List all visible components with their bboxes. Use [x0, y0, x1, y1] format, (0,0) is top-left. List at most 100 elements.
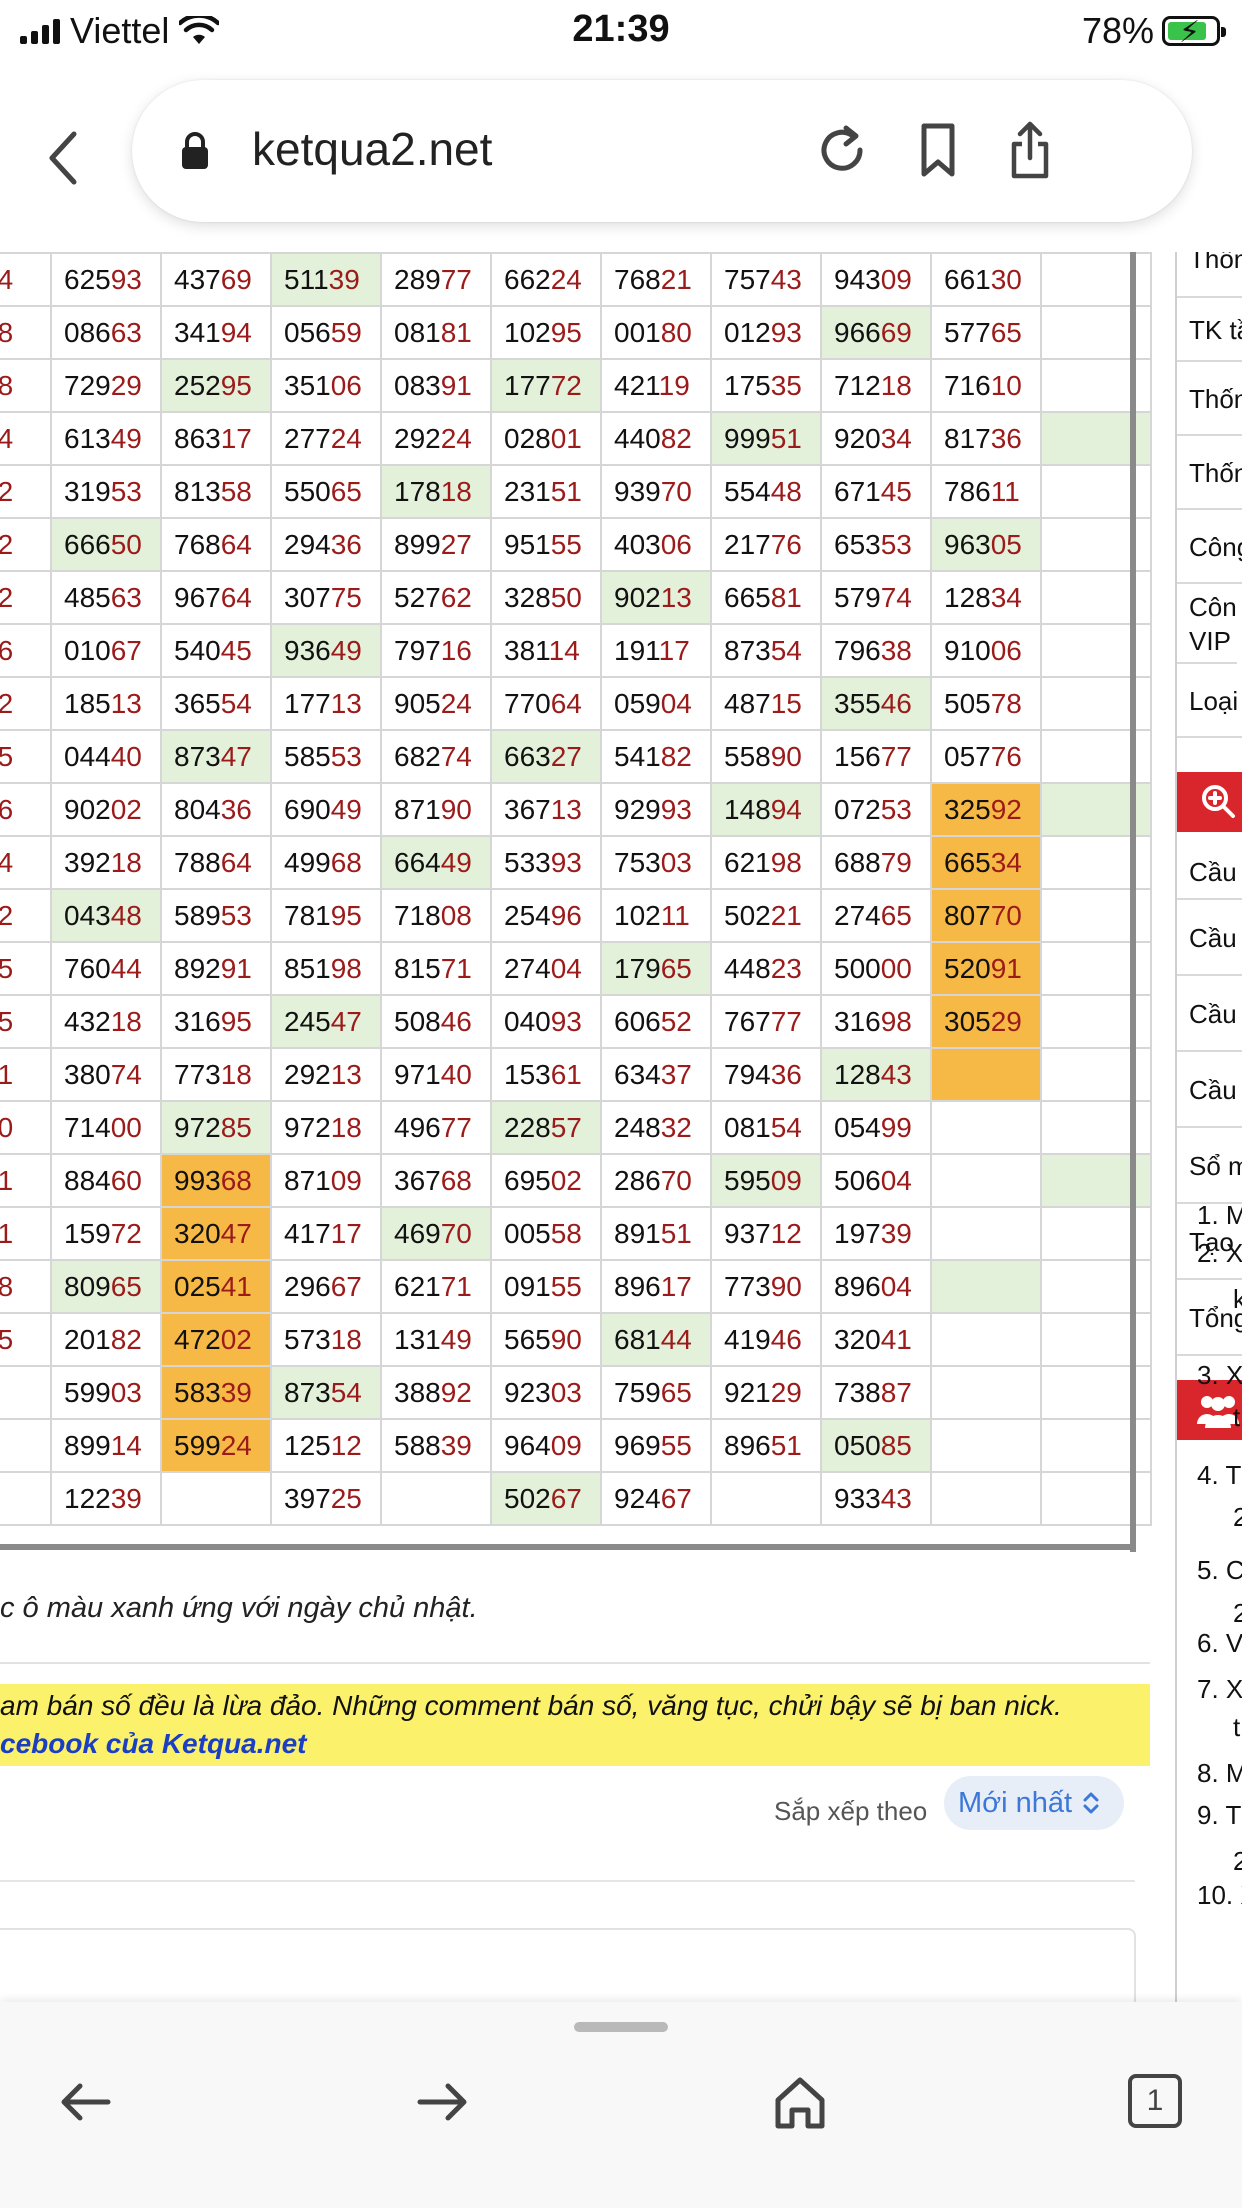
- cell-suffix: 67: [550, 1482, 582, 1514]
- home-icon[interactable]: [770, 2072, 830, 2132]
- sidebar-list-item[interactable]: t: [1233, 1712, 1240, 1743]
- table-cell: [930, 1206, 1042, 1261]
- sidebar-link[interactable]: Cầu: [1177, 900, 1242, 976]
- table-cell: 97218: [270, 1100, 382, 1155]
- cell-prefix: 487: [724, 687, 771, 719]
- cell-suffix: 61: [550, 1058, 582, 1090]
- cell-suffix: 17: [660, 1270, 692, 1302]
- address-bar[interactable]: ketqua2.net: [132, 80, 1192, 222]
- sidebar-link[interactable]: Thốn: [1177, 436, 1242, 510]
- facebook-link[interactable]: cebook của Ketqua.net: [0, 1728, 307, 1760]
- sidebar-list-item[interactable]: 6. V: [1197, 1628, 1242, 1659]
- sidebar-list-item[interactable]: 2: [1233, 1846, 1242, 1877]
- table-cell: [930, 1418, 1042, 1473]
- cell-suffix: 13: [550, 793, 582, 825]
- table-cell: 49968: [270, 835, 382, 890]
- sidebar-list-item[interactable]: k: [1233, 1284, 1242, 1315]
- cell-prefix: 554: [724, 475, 771, 507]
- table-cell: 96409: [490, 1418, 602, 1473]
- cell-suffix: 5: [0, 1005, 14, 1037]
- cell-suffix: 87: [880, 1376, 912, 1408]
- table-cell: 57765: [930, 305, 1042, 360]
- table-cell: 25496: [490, 888, 602, 943]
- sidebar-list-item[interactable]: 7. X: [1197, 1674, 1242, 1705]
- cell-prefix: 690: [284, 793, 331, 825]
- table-cell: 92467: [600, 1471, 712, 1526]
- cell-prefix: 252: [174, 369, 221, 401]
- sidebar-link[interactable]: Loại: [1177, 664, 1242, 738]
- sidebar-link[interactable]: Thốn: [1177, 362, 1242, 436]
- table-cell: 62198: [710, 835, 822, 890]
- table-cell: 10211: [600, 888, 712, 943]
- sidebar-link[interactable]: Cầu: [1177, 1052, 1242, 1128]
- cell-suffix: 43: [770, 263, 802, 295]
- cell-suffix: 76: [990, 740, 1022, 772]
- table-cell: 79716: [380, 623, 492, 678]
- back-arrow-icon[interactable]: [56, 2072, 116, 2132]
- forward-arrow-icon[interactable]: [412, 2072, 472, 2132]
- back-chevron-icon[interactable]: [44, 128, 84, 188]
- url-text: ketqua2.net: [252, 123, 493, 175]
- sidebar-list-item[interactable]: 10. X: [1197, 1880, 1242, 1911]
- table-cell: [160, 1471, 272, 1526]
- clock: 21:39: [572, 8, 670, 50]
- cell-suffix: 48: [770, 475, 802, 507]
- table-cell: 65353: [820, 517, 932, 572]
- sidebar-list-item[interactable]: 5. C: [1197, 1555, 1242, 1586]
- bookmark-icon[interactable]: [908, 120, 968, 180]
- cell-suffix: 17: [330, 1217, 362, 1249]
- cell-prefix: 025: [174, 1270, 221, 1302]
- cell-prefix: 653: [834, 528, 881, 560]
- cell-suffix: 39: [328, 263, 360, 295]
- table-cell: 29224: [380, 411, 492, 466]
- cell-prefix: 729: [64, 369, 111, 401]
- table-cell: 30529: [930, 994, 1042, 1049]
- table-row: 6880965025412966762171091558961777390896…: [0, 1259, 1152, 1314]
- sidebar-list-item[interactable]: 2. X: [1197, 1238, 1242, 1269]
- sidebar-list-item[interactable]: 8. M: [1197, 1758, 1242, 1789]
- sidebar-list-item[interactable]: 3. X: [1197, 1360, 1242, 1391]
- sidebar-list-item[interactable]: t: [1233, 1402, 1240, 1433]
- sort-select[interactable]: Mới nhất: [944, 1776, 1124, 1830]
- cell-suffix: 68: [220, 1164, 252, 1196]
- table-cell: 55448: [710, 464, 822, 519]
- table-cell: 68: [0, 1259, 52, 1314]
- cell-prefix: 558: [724, 740, 771, 772]
- sidebar-link[interactable]: Công VIP: [1177, 584, 1237, 664]
- table-cell: 35106: [270, 358, 382, 413]
- table-cell: 89604: [820, 1259, 932, 1314]
- table-cell: 12512: [270, 1418, 382, 1473]
- sidebar-link[interactable]: Sổ m: [1177, 1128, 1242, 1204]
- cell-prefix: 320: [834, 1323, 881, 1355]
- sidebar-list-item[interactable]: 2: [1233, 1502, 1242, 1533]
- drag-handle[interactable]: [574, 2022, 668, 2032]
- reload-icon[interactable]: [812, 120, 872, 180]
- comment-input[interactable]: [0, 1928, 1136, 2002]
- sidebar-list-item[interactable]: 2: [1233, 1598, 1242, 1629]
- cell-suffix: 90: [770, 740, 802, 772]
- battery-icon: ⚡: [1162, 16, 1226, 49]
- cell-suffix: 2: [0, 475, 14, 507]
- sidebar-list-item[interactable]: 4. T: [1197, 1460, 1241, 1491]
- sidebar-link[interactable]: Công: [1177, 510, 1242, 584]
- cell-prefix: 191: [614, 634, 659, 666]
- cell-prefix: 010: [64, 634, 111, 666]
- cell-suffix: 65: [990, 316, 1022, 348]
- cell-suffix: 12: [770, 1217, 802, 1249]
- sidebar-list-item[interactable]: 1. M: [1197, 1200, 1242, 1231]
- cell-suffix: 53: [220, 899, 252, 931]
- sidebar-link[interactable]: Cầu: [1177, 844, 1242, 900]
- sidebar-link[interactable]: TK tầ: [1177, 298, 1242, 362]
- table-cell: 75743: [710, 252, 822, 307]
- cell-prefix: 969: [614, 1429, 661, 1461]
- tabs-button[interactable]: 1: [1128, 2074, 1182, 2128]
- cell-suffix: 60: [110, 1164, 142, 1196]
- sidebar-list-item[interactable]: 9. T: [1197, 1800, 1241, 1831]
- share-icon[interactable]: [1000, 120, 1060, 180]
- sidebar-link[interactable]: Thốn: [1177, 252, 1242, 298]
- cell-suffix: 27: [440, 528, 472, 560]
- table-cell: 96955: [600, 1418, 712, 1473]
- cell-suffix: 04: [660, 687, 692, 719]
- sidebar-link[interactable]: Cầu: [1177, 976, 1242, 1052]
- table-cell: 86317: [160, 411, 272, 466]
